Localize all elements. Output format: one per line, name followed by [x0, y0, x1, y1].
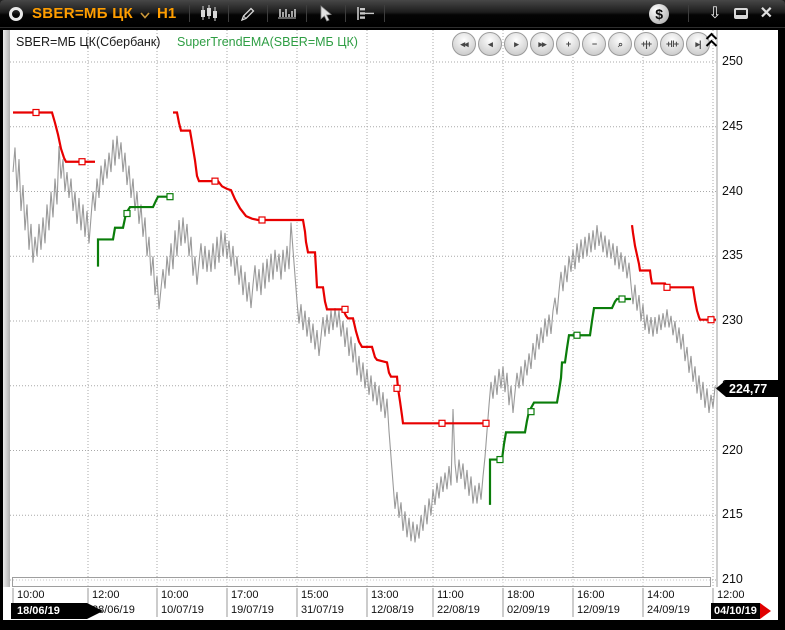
zoom-in-button[interactable]: +	[556, 32, 580, 56]
scroll-fast-left-button[interactable]: ◂◂	[452, 32, 476, 56]
pencil-icon[interactable]	[236, 4, 260, 24]
window-controls: $ ⇩ ✕	[649, 4, 785, 24]
minimize-icon[interactable]	[734, 8, 748, 19]
zoom-auto-button[interactable]: ⌕	[608, 32, 632, 56]
toolbar-separator	[267, 5, 268, 22]
title-bar: SBER=МБ ЦК H1	[0, 0, 785, 28]
download-arrow-icon[interactable]: ⇩	[708, 6, 721, 22]
series-legend-label[interactable]: SBER=МБ ЦК(Сбербанк)	[16, 35, 160, 49]
chart-window	[0, 28, 785, 630]
toolbar-separator	[189, 5, 190, 22]
toolbar-separator	[306, 5, 307, 22]
chevron-down-icon[interactable]	[140, 12, 150, 19]
close-icon[interactable]: ✕	[760, 6, 773, 22]
terminal-window: SBER=МБ ЦК H1	[0, 0, 785, 630]
toolbar-separator	[384, 5, 385, 22]
toolbar-separator	[345, 5, 346, 22]
collapse-panel-chevron-icon[interactable]	[704, 31, 718, 48]
timeframe-label[interactable]: H1	[157, 5, 176, 22]
zoom-out-button[interactable]: −	[582, 32, 606, 56]
scroll-left-button[interactable]: ◂	[478, 32, 502, 56]
left-margin-strip	[3, 30, 10, 587]
volume-profile-icon[interactable]	[275, 4, 299, 24]
candlestick-chart-icon[interactable]	[197, 4, 221, 24]
cursor-icon[interactable]	[314, 4, 338, 24]
compress-time-button[interactable]: +|+	[634, 32, 658, 56]
indicator-legend-label[interactable]: SuperTrendEMA(SBER=МБ ЦК)	[177, 35, 358, 49]
toolbar-separator	[688, 5, 689, 22]
scroll-fast-right-button[interactable]: ▸▸	[530, 32, 554, 56]
dollar-icon[interactable]: $	[649, 4, 669, 24]
ring-icon	[9, 7, 23, 21]
instrument-title[interactable]: SBER=МБ ЦК	[32, 5, 133, 22]
expand-time-button[interactable]: +‖+	[660, 32, 684, 56]
chart-canvas-background	[3, 30, 778, 620]
horizontal-scrollbar[interactable]	[12, 577, 711, 587]
scroll-right-button[interactable]: ▸	[504, 32, 528, 56]
levels-icon[interactable]	[353, 4, 377, 24]
toolbar-separator	[228, 5, 229, 22]
